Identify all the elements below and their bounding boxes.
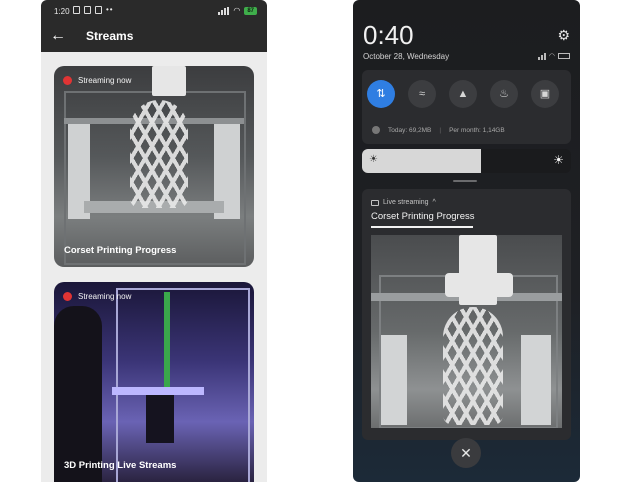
battery-icon xyxy=(558,53,570,59)
stream-card-corset[interactable]: Streaming now Corset Printing Progress xyxy=(54,66,254,267)
data-transfer-icon[interactable]: ⇅ xyxy=(367,80,395,108)
battery-indicator: 87 xyxy=(244,6,257,15)
data-usage: Today: 69,2MB | Per month: 1,14GB xyxy=(372,126,505,134)
more-icon: •• xyxy=(106,5,114,14)
notification-source: Live streaming ^ xyxy=(371,199,436,206)
settings-gear-icon[interactable]: ⚙ xyxy=(557,27,570,44)
back-arrow-icon[interactable]: ← xyxy=(50,27,66,45)
streaming-label: Streaming now xyxy=(78,292,132,301)
title-underline xyxy=(371,226,473,228)
signal-icon xyxy=(537,52,546,60)
brightness-slider[interactable]: ☀ ☀ xyxy=(362,149,571,173)
brightness-fill xyxy=(362,149,482,173)
brightness-high-icon: ☀ xyxy=(553,153,564,167)
brightness-low-icon: ☀ xyxy=(369,154,378,165)
app-bar: ← Streams xyxy=(41,22,267,52)
bell-icon[interactable]: ♨ xyxy=(490,80,518,108)
printer-platform xyxy=(112,387,204,395)
live-dot-icon xyxy=(63,76,72,85)
printer-base xyxy=(146,395,174,443)
drag-handle[interactable] xyxy=(453,180,477,182)
close-button[interactable]: ✕ xyxy=(451,438,481,468)
signal-icon xyxy=(218,6,230,15)
data-today: Today: 69,2MB xyxy=(388,126,432,134)
notification-title: Corset Printing Progress xyxy=(371,211,475,222)
download-icon xyxy=(95,6,102,14)
streams-app-screen: 1:20 •• ◠ 87 ← Streams Streaming now Cor… xyxy=(41,0,267,482)
quick-settings-panel: ⇅ ≈ ▲ ♨ ▣ Today: 69,2MB | Per month: 1,1… xyxy=(362,70,571,144)
stream-video-preview[interactable] xyxy=(371,235,562,428)
stream-card-3d-printing[interactable]: Streaming now 3D Printing Live Streams xyxy=(54,282,254,482)
status-time: 1:20 xyxy=(54,7,70,16)
data-month: Per month: 1,14GB xyxy=(449,126,505,134)
printer-panel-right xyxy=(521,335,551,425)
wifi-icon[interactable]: ≈ xyxy=(408,80,436,108)
live-stream-notification[interactable]: Live streaming ^ Corset Printing Progres… xyxy=(362,189,571,440)
print-head-mount xyxy=(445,273,513,297)
live-dot-icon xyxy=(63,292,72,301)
printer-panel-left xyxy=(381,335,407,425)
chevron-up-icon[interactable]: ^ xyxy=(433,199,436,206)
notification-source-label: Live streaming xyxy=(383,199,429,206)
status-bar: 1:20 •• ◠ 87 xyxy=(41,0,267,22)
trash-icon xyxy=(84,6,91,14)
wifi-status-icon: ◠ xyxy=(233,6,241,15)
video-camera-icon xyxy=(371,199,379,206)
page-title: Streams xyxy=(86,29,134,43)
person-silhouette xyxy=(54,306,102,482)
clock: 0:40 xyxy=(363,20,414,50)
stream-title: Corset Printing Progress xyxy=(64,245,177,256)
corset-print xyxy=(130,100,188,208)
status-icons: ◠ xyxy=(537,52,570,60)
corset-print xyxy=(443,307,503,425)
print-head xyxy=(152,66,186,96)
message-icon xyxy=(73,6,80,14)
stream-title: 3D Printing Live Streams xyxy=(64,460,177,471)
streaming-badge: Streaming now xyxy=(63,76,131,85)
streaming-label: Streaming now xyxy=(78,76,132,85)
screenshot-icon[interactable]: ▣ xyxy=(531,80,559,108)
data-usage-icon xyxy=(372,126,380,134)
printer-extruder xyxy=(164,292,170,392)
flashlight-icon[interactable]: ▲ xyxy=(449,80,477,108)
printer-enclosure xyxy=(116,288,250,482)
notification-icons: •• xyxy=(73,6,114,14)
wifi-status-icon: ◠ xyxy=(548,53,555,60)
notification-shade: 0:40 ⚙ October 28, Wednesday ◠ ⇅ ≈ ▲ ♨ ▣… xyxy=(353,0,580,482)
streaming-badge: Streaming now xyxy=(63,292,131,301)
date: October 28, Wednesday xyxy=(363,52,450,61)
